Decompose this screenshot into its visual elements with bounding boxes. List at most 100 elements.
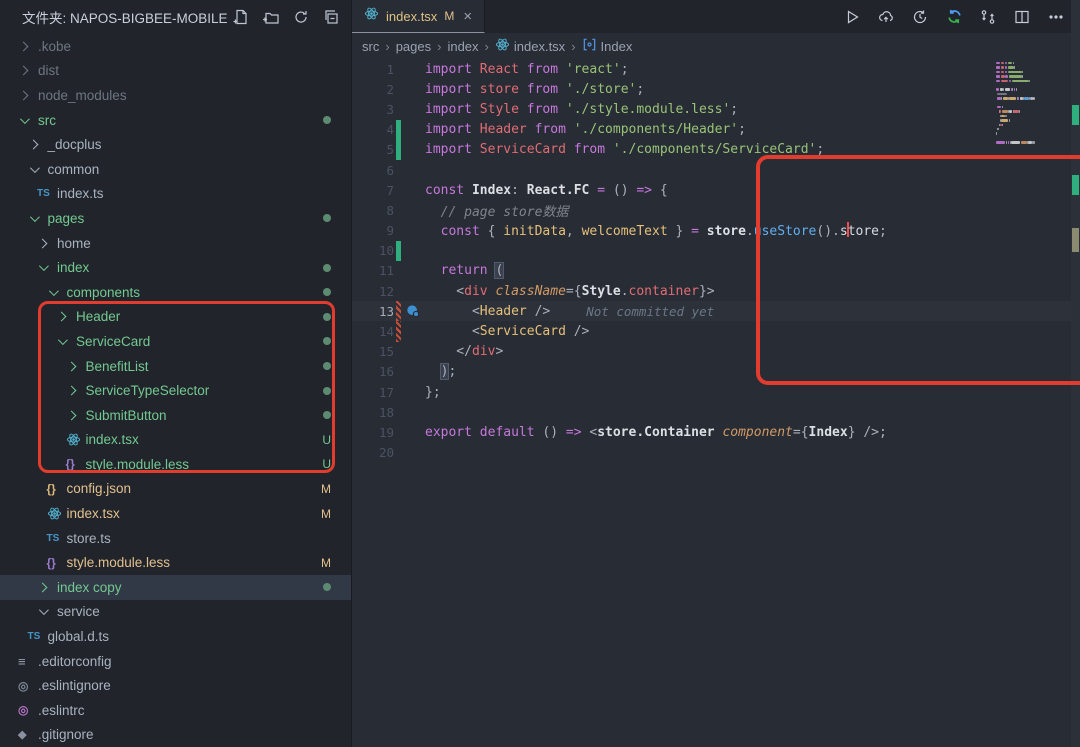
tree-item-config-json[interactable]: {} config.json M <box>0 477 351 502</box>
tree-item-index-tsx[interactable]: index.tsx U <box>0 428 351 453</box>
tree-item-components[interactable]: components <box>0 280 351 305</box>
minimap-line <box>999 110 1002 113</box>
collapse-all-icon[interactable] <box>321 7 341 27</box>
tree-item-pages[interactable]: pages <box>0 206 351 231</box>
code-line-1[interactable]: 1 import React from 'react'; <box>352 59 1080 79</box>
overview-ruler[interactable] <box>1071 0 1080 747</box>
tree-item-header[interactable]: Header <box>0 305 351 330</box>
line-number: 1 <box>386 61 394 77</box>
code-line-11[interactable]: 11 return ( <box>352 261 1080 281</box>
tree-item-src[interactable]: src <box>0 108 351 133</box>
code-line-12[interactable]: 12 <div className={Style.container}> <box>352 281 1080 301</box>
close-icon[interactable]: × <box>463 8 472 25</box>
eslint-gray-file-icon: ◎ <box>18 678 29 693</box>
tree-item-index-tsx[interactable]: index.tsx M <box>0 501 351 526</box>
sync-colored-icon[interactable] <box>944 7 964 27</box>
new-folder-icon[interactable] <box>261 7 281 27</box>
tree-item-eslintignore[interactable]: ◎ .eslintignore <box>0 673 351 698</box>
tree-item-common[interactable]: common <box>0 157 351 182</box>
tree-item-editorconfig[interactable]: ≡ .editorconfig <box>0 649 351 674</box>
tree-item-gitignore[interactable]: ◆ .gitignore <box>0 723 351 747</box>
code-line-16[interactable]: 16 ); <box>352 362 1080 382</box>
code-line-8[interactable]: 8 // page store数据 <box>352 200 1080 220</box>
tree-item-index-ts[interactable]: TS index.ts <box>0 182 351 207</box>
code-text: export default () => <store.Container co… <box>425 424 887 440</box>
git-dot-badge <box>323 359 331 373</box>
code-line-9[interactable]: 9 const { initData, welcomeText } = stor… <box>352 221 1080 241</box>
tree-item-global-d-ts[interactable]: TS global.d.ts <box>0 624 351 649</box>
breadcrumb-item-index[interactable]: Index <box>582 37 632 55</box>
code-text: import Header from './components/Header'… <box>425 122 746 138</box>
tree-item-servicecard[interactable]: ServiceCard <box>0 329 351 354</box>
code-line-3[interactable]: 3 import Style from './style.module.less'… <box>352 99 1080 119</box>
git-gutter <box>396 362 401 382</box>
minimap-line <box>996 79 1000 82</box>
breadcrumb-item-pages[interactable]: pages <box>396 39 431 54</box>
minimap[interactable] <box>996 62 1062 182</box>
explorer-actions <box>231 7 341 27</box>
code-line-10[interactable]: 10 <box>352 240 1080 261</box>
code-text: return ( <box>440 262 505 280</box>
tab-index-tsx[interactable]: index.tsx M × <box>352 0 486 33</box>
code-line-7[interactable]: 7 const Index: React.FC = () => { <box>352 180 1080 200</box>
code-text: import React from 'react'; <box>425 61 629 77</box>
run-icon[interactable] <box>842 7 862 27</box>
code-line-20[interactable]: 20 <box>352 443 1080 463</box>
code-line-14[interactable]: 14 <ServiceCard /> <box>352 321 1080 342</box>
tree-item-node-modules[interactable]: node_modules <box>0 83 351 108</box>
code-line-4[interactable]: 4 import Header from './components/Header… <box>352 119 1080 140</box>
git-gutter <box>396 79 401 99</box>
git-gutter <box>396 59 401 79</box>
tree-item-service[interactable]: service <box>0 600 351 625</box>
symbol-icon <box>582 37 597 55</box>
refresh-icon[interactable] <box>291 7 311 27</box>
git-status-badge: U <box>322 432 331 447</box>
code-line-13[interactable]: 13 <Header /> Not committed yet <box>352 301 1080 322</box>
minimap-line <box>1031 141 1035 144</box>
tree-item-index-copy[interactable]: index copy <box>0 575 351 600</box>
chevron-right-icon <box>66 385 86 396</box>
code-line-17[interactable]: 17}; <box>352 382 1080 402</box>
minimap-line <box>1009 110 1013 113</box>
code-text: ); <box>439 363 457 381</box>
tree-item-eslintrc[interactable]: ◎ .eslintrc <box>0 698 351 723</box>
code-line-18[interactable]: 18 <box>352 402 1080 422</box>
minimap-line <box>1001 123 1003 126</box>
line-number: 4 <box>386 122 394 138</box>
braces-purple-file-icon: {} <box>46 555 56 570</box>
chevron-right-icon <box>18 65 38 76</box>
tree-item-home[interactable]: home <box>0 231 351 256</box>
git-compare-icon[interactable] <box>978 7 998 27</box>
history-icon[interactable] <box>910 7 930 27</box>
tree-item-style-module-less[interactable]: {} style.module.less M <box>0 550 351 575</box>
code-line-6[interactable]: 6 <box>352 160 1080 180</box>
breadcrumb-item-index-tsx[interactable]: index.tsx <box>495 37 565 55</box>
more-actions-icon[interactable] <box>1046 7 1066 27</box>
split-editor-icon[interactable] <box>1012 7 1032 27</box>
tree-item-index[interactable]: index <box>0 255 351 280</box>
code-view[interactable]: 1 import React from 'react'; 2 import store… <box>352 59 1080 463</box>
code-line-5[interactable]: 5 import ServiceCard from './components/S… <box>352 139 1080 160</box>
tree-item-kobe[interactable]: .kobe <box>0 34 351 59</box>
tree-item-dist[interactable]: dist <box>0 59 351 84</box>
code-line-19[interactable]: 19 export default () => <store.Container … <box>352 422 1080 442</box>
tree-item-submitbutton[interactable]: SubmitButton <box>0 403 351 428</box>
tree-item-docplus[interactable]: _docplus <box>0 132 351 157</box>
tree-item-label: dist <box>38 63 60 79</box>
git-status-badge: M <box>321 555 331 570</box>
tree-item-store-ts[interactable]: TS store.ts <box>0 526 351 551</box>
breadcrumb-item-index[interactable]: index <box>447 39 478 54</box>
code-text: <div className={Style.container}> <box>425 283 715 299</box>
tree-item-benefitlist[interactable]: BenefitList <box>0 354 351 379</box>
code-line-2[interactable]: 2 import store from './store'; <box>352 79 1080 99</box>
cloud-upload-icon[interactable] <box>876 7 896 27</box>
breadcrumb-item-src[interactable]: src <box>362 39 379 54</box>
new-file-icon[interactable] <box>231 7 251 27</box>
tree-item-servicetypeselector[interactable]: ServiceTypeSelector <box>0 378 351 403</box>
react-file-icon <box>66 432 86 447</box>
tree-item-label: .kobe <box>38 38 72 54</box>
minimap-line <box>1009 97 1017 100</box>
tree-item-style-module-less[interactable]: {} style.module.less U <box>0 452 351 477</box>
code-line-15[interactable]: 15 </div> <box>352 342 1080 362</box>
minimap-line <box>996 132 998 135</box>
